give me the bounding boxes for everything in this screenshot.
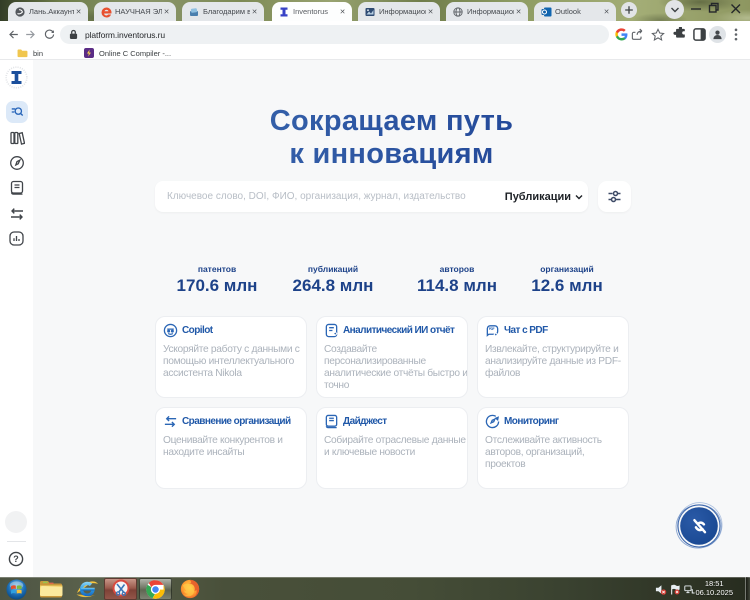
svg-text:?: ? bbox=[13, 554, 19, 564]
svg-text:PDF: PDF bbox=[489, 327, 495, 331]
